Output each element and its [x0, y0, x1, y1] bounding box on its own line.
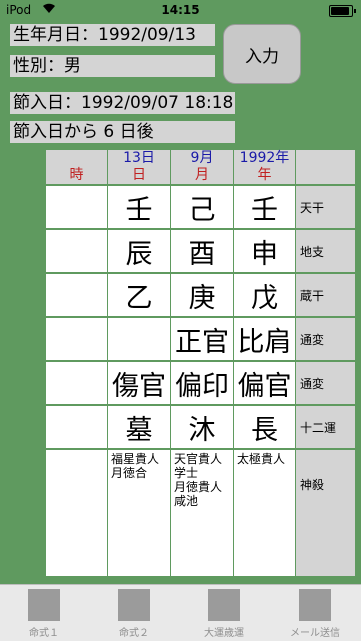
- pillar-cell[interactable]: 辰: [108, 230, 170, 272]
- header-cell-pillar: 時: [46, 167, 107, 184]
- gender-field: 性別：男: [10, 55, 215, 77]
- status-bar: iPod 14:15: [0, 0, 361, 20]
- pillar-cell[interactable]: 己: [171, 186, 233, 228]
- shinsatsu-item: 学士: [174, 466, 199, 480]
- pillar-cell[interactable]: [46, 406, 107, 448]
- tab-icon: [118, 589, 150, 621]
- battery-icon: [329, 5, 356, 17]
- row-label: 天干: [296, 186, 355, 228]
- tab-label: 大運歳運: [204, 628, 244, 639]
- pillar-cell[interactable]: 壬: [234, 186, 295, 228]
- tab-mail-send[interactable]: メール送信: [275, 589, 355, 639]
- pillar-cell[interactable]: 乙: [108, 274, 170, 316]
- shinsatsu-item: 月徳合: [111, 466, 148, 480]
- tab-label: 命式１: [29, 628, 59, 639]
- pillar-cell[interactable]: 偏印: [171, 362, 233, 404]
- shinsatsu-item: 月徳貴人: [174, 480, 223, 494]
- setsu-date-field: 節入日：1992/09/07 18:18: [10, 92, 235, 114]
- pillar-cell[interactable]: 庚: [171, 274, 233, 316]
- pillar-cell[interactable]: [46, 230, 107, 272]
- birth-date-field: 生年月日：1992/09/13: [10, 24, 215, 46]
- pillar-cell[interactable]: [108, 318, 170, 360]
- tab-bar: 命式１ 命式２ 大運歳運 メール送信: [0, 584, 361, 641]
- header-cell-top: 1992年: [234, 150, 295, 167]
- tab-meishiki-1[interactable]: 命式１: [4, 589, 84, 639]
- row-label: 通変: [296, 318, 355, 360]
- tab-icon: [299, 589, 331, 621]
- header-cell-pillar: 日: [108, 167, 170, 184]
- meishiki-table: 時 13日日 9月月 1992年年壬己壬天干辰酉申地支乙庚戊蔵干 正官 比肩 通変 傷官 偏印偏…: [46, 150, 355, 578]
- pillar-cell[interactable]: 酉: [171, 230, 233, 272]
- row-label: 神殺: [296, 450, 355, 576]
- pillar-cell[interactable]: [46, 274, 107, 316]
- pillar-cell[interactable]: [46, 186, 107, 228]
- header-cell-top: 13日: [108, 150, 170, 167]
- shinsatsu-item: 咸池: [174, 494, 199, 508]
- shinsatsu-item: 福星貴人: [111, 452, 160, 466]
- shinsatsu-cell: 天官貴人 学士 月徳貴人 咸池: [171, 450, 233, 576]
- row-label: 地支: [296, 230, 355, 272]
- row-label: 十二運: [296, 406, 355, 448]
- pillar-cell[interactable]: 申: [234, 230, 295, 272]
- tab-label: 命式２: [119, 628, 149, 639]
- pillar-cell[interactable]: [46, 318, 107, 360]
- tab-icon: [28, 589, 60, 621]
- pillar-cell[interactable]: 比肩: [234, 318, 295, 360]
- pillar-cell[interactable]: 正官: [171, 318, 233, 360]
- pillar-cell[interactable]: 偏官: [234, 362, 295, 404]
- shinsatsu-cell: 福星貴人 月徳合: [108, 450, 170, 576]
- shinsatsu-cell: [46, 450, 107, 576]
- tab-icon: [208, 589, 240, 621]
- pillar-cell[interactable]: 壬: [108, 186, 170, 228]
- tab-label: メール送信: [290, 628, 340, 639]
- header-cell-pillar: 年: [234, 167, 295, 184]
- shinsatsu-item: 天官貴人: [174, 452, 223, 466]
- tab-meishiki-2[interactable]: 命式２: [94, 589, 174, 639]
- pillar-cell[interactable]: 傷官: [108, 362, 170, 404]
- shinsatsu-cell: 太極貴人: [234, 450, 295, 576]
- header-corner: [296, 150, 355, 184]
- pillar-cell[interactable]: [46, 362, 107, 404]
- tab-daiun-saiun[interactable]: 大運歳運: [184, 589, 264, 639]
- row-label: 通変: [296, 362, 355, 404]
- header-cell-top: 9月: [171, 150, 233, 167]
- status-time: 14:15: [161, 3, 200, 17]
- input-button[interactable]: 入力: [223, 24, 301, 84]
- row-label: 蔵干: [296, 274, 355, 316]
- pillar-cell[interactable]: 沐: [171, 406, 233, 448]
- shinsatsu-item: 太極貴人: [237, 452, 286, 466]
- pillar-cell[interactable]: 戊: [234, 274, 295, 316]
- days-after-field: 節入日から 6 日後: [10, 121, 235, 143]
- header-cell-pillar: 月: [171, 167, 233, 184]
- pillar-cell[interactable]: 長: [234, 406, 295, 448]
- pillar-cell[interactable]: 墓: [108, 406, 170, 448]
- header-cell-top: [46, 150, 107, 167]
